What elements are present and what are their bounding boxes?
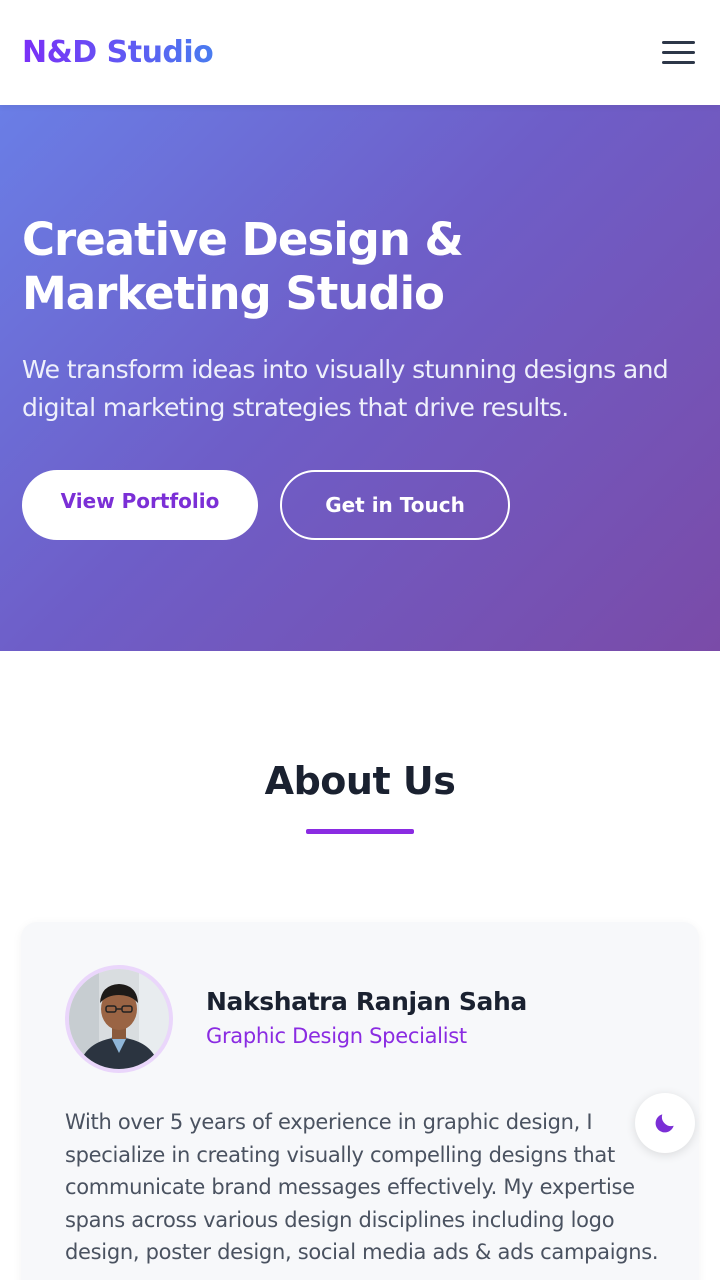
site-logo[interactable]: N&D Studio <box>22 35 214 70</box>
get-in-touch-button[interactable]: Get in Touch <box>280 470 510 540</box>
hero-title: Creative Design & Marketing Studio <box>22 213 464 320</box>
about-section: About Us Nakshatra Ranjan Saha Graphic D… <box>0 651 720 1280</box>
hero-subtitle: We transform ideas into visually stunnin… <box>22 355 669 422</box>
view-portfolio-button[interactable]: View Portfolio <box>22 470 258 540</box>
profile-photo <box>69 969 169 1069</box>
about-title: About Us <box>264 759 456 803</box>
profile-card: Nakshatra Ranjan Saha Graphic Design Spe… <box>21 922 699 1280</box>
title-underline <box>306 829 414 834</box>
avatar <box>65 965 173 1073</box>
hamburger-menu-icon <box>662 41 695 44</box>
person-name: Nakshatra Ranjan Saha <box>206 987 527 1016</box>
menu-button[interactable] <box>658 33 698 73</box>
hero-section: Creative Design & Marketing Studio We tr… <box>0 105 720 651</box>
person-bio: With over 5 years of experience in graph… <box>65 1110 659 1265</box>
hero-buttons: View Portfolio Get in Touch <box>22 470 698 540</box>
theme-toggle-button[interactable] <box>635 1093 695 1153</box>
person-role: Graphic Design Specialist <box>206 1024 467 1048</box>
moon-icon <box>655 1114 674 1133</box>
site-header: N&D Studio <box>0 0 720 105</box>
